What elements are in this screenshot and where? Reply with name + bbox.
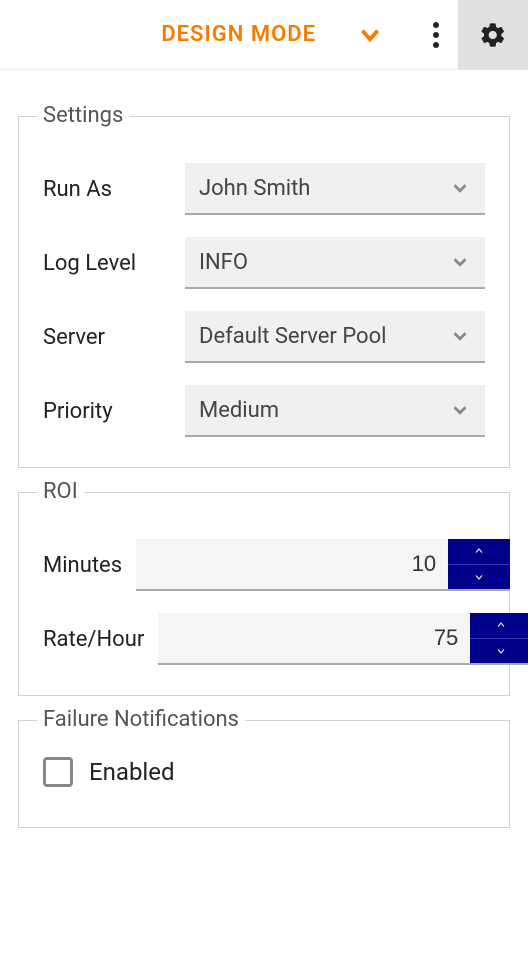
minutes-label: Minutes	[43, 553, 122, 578]
chevron-down-icon	[357, 22, 383, 48]
chevron-down-icon	[449, 177, 471, 199]
failure-notifications-legend: Failure Notifications	[37, 707, 245, 732]
topbar: DESIGN MODE	[0, 0, 528, 70]
log-level-value: INFO	[199, 250, 248, 275]
server-row: Server Default Server Pool	[43, 311, 485, 363]
server-value: Default Server Pool	[199, 324, 387, 349]
rate-label: Rate/Hour	[43, 627, 144, 652]
triangle-down-icon	[493, 645, 509, 657]
server-label: Server	[43, 325, 171, 350]
mode-dropdown-toggle[interactable]	[356, 21, 384, 49]
priority-select[interactable]: Medium	[185, 385, 485, 437]
triangle-down-icon	[471, 571, 487, 583]
roi-fieldset: ROI Minutes Rate/Hour	[18, 492, 510, 696]
log-level-row: Log Level INFO	[43, 237, 485, 289]
settings-fieldset: Settings Run As John Smith Log Level INF…	[18, 116, 510, 468]
run-as-select[interactable]: John Smith	[185, 163, 485, 215]
minutes-spinner-buttons	[448, 539, 510, 589]
mode-title: DESIGN MODE	[161, 22, 316, 47]
roi-legend: ROI	[37, 479, 84, 504]
rate-input[interactable]	[158, 613, 470, 663]
minutes-decrement-button[interactable]	[448, 565, 510, 590]
rate-row: Rate/Hour	[43, 613, 485, 665]
more-menu-button[interactable]	[414, 0, 458, 70]
log-level-select[interactable]: INFO	[185, 237, 485, 289]
triangle-up-icon	[471, 545, 487, 557]
kebab-icon	[433, 22, 439, 48]
chevron-down-icon	[449, 325, 471, 347]
minutes-spinner	[136, 539, 510, 591]
enabled-row: Enabled	[43, 757, 485, 787]
failure-notifications-fieldset: Failure Notifications Enabled	[18, 720, 510, 828]
log-level-label: Log Level	[43, 251, 171, 276]
minutes-increment-button[interactable]	[448, 539, 510, 565]
priority-value: Medium	[199, 398, 279, 423]
enabled-checkbox[interactable]	[43, 757, 73, 787]
chevron-down-icon	[449, 251, 471, 273]
rate-spinner-buttons	[470, 613, 528, 663]
run-as-label: Run As	[43, 177, 171, 202]
rate-increment-button[interactable]	[470, 613, 528, 639]
gear-icon	[479, 21, 507, 49]
rate-spinner	[158, 613, 528, 665]
priority-label: Priority	[43, 399, 171, 424]
settings-legend: Settings	[37, 103, 129, 128]
priority-row: Priority Medium	[43, 385, 485, 437]
settings-button[interactable]	[458, 0, 528, 70]
rate-decrement-button[interactable]	[470, 639, 528, 664]
run-as-value: John Smith	[199, 176, 310, 201]
minutes-row: Minutes	[43, 539, 485, 591]
run-as-row: Run As John Smith	[43, 163, 485, 215]
chevron-down-icon	[449, 399, 471, 421]
triangle-up-icon	[493, 619, 509, 631]
enabled-label: Enabled	[89, 758, 175, 786]
server-select[interactable]: Default Server Pool	[185, 311, 485, 363]
content-area: Settings Run As John Smith Log Level INF…	[0, 70, 528, 828]
minutes-input[interactable]	[136, 539, 448, 589]
